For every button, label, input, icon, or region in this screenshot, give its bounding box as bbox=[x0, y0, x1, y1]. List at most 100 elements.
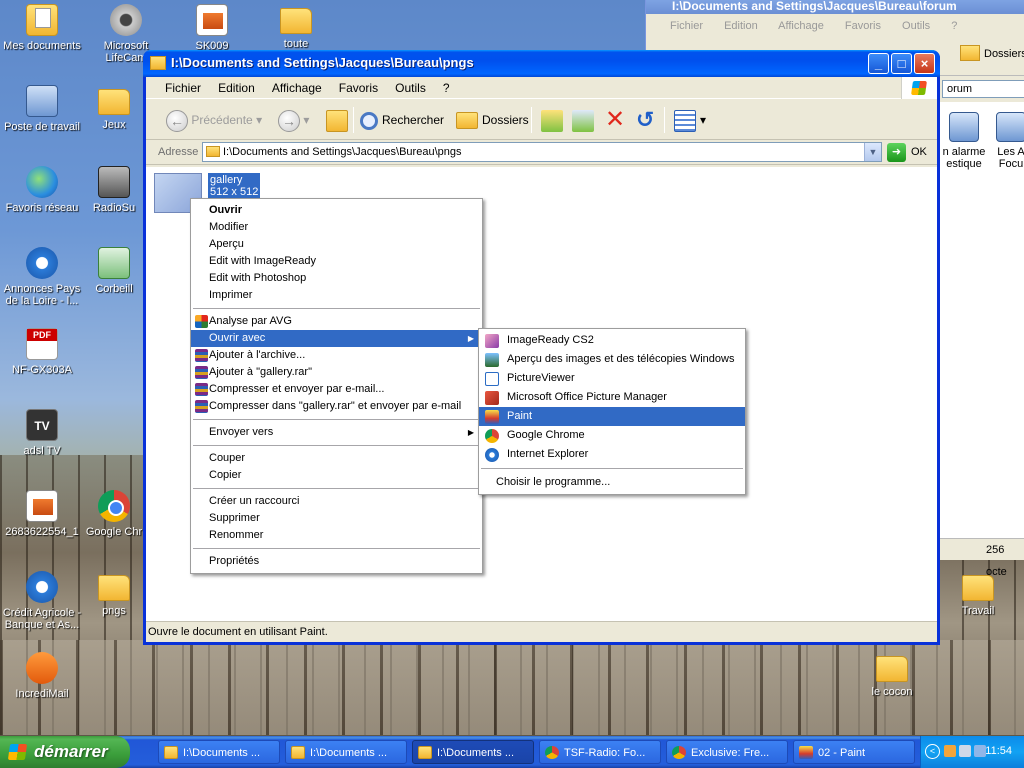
address-input[interactable]: orum bbox=[942, 80, 1024, 98]
title-bar[interactable]: I:\Documents and Settings\Jacques\Bureau… bbox=[143, 50, 940, 77]
volume-icon[interactable] bbox=[974, 745, 986, 757]
close-button[interactable]: × bbox=[914, 53, 935, 74]
menu-favoris[interactable]: Favoris bbox=[332, 77, 385, 99]
desktop-icon-poste-de-travail[interactable]: Poste de travail bbox=[0, 85, 84, 133]
ie-icon bbox=[26, 247, 58, 279]
submenu-item-apercu-images[interactable]: Aperçu des images et des télécopies Wind… bbox=[479, 350, 745, 369]
taskbar-button-explorer-3[interactable]: I:\Documents ... bbox=[412, 740, 534, 764]
views-button[interactable]: ▾ bbox=[674, 108, 706, 132]
back-button[interactable]: ← Précédente ▾ bbox=[166, 108, 262, 132]
desktop-icon-jeux[interactable]: Jeux bbox=[84, 85, 144, 131]
menu-fichier[interactable]: Fichier bbox=[670, 20, 703, 32]
desktop-icon-google-chrome[interactable]: Google Chr bbox=[84, 490, 144, 538]
menu-item-avg[interactable]: Analyse par AVG bbox=[191, 313, 482, 330]
desktop-icon-adsl-tv[interactable]: TV adsl TV bbox=[0, 409, 84, 457]
menu-help[interactable]: ? bbox=[436, 77, 457, 99]
submenu-item-pictureviewer[interactable]: PictureViewer bbox=[479, 369, 745, 388]
menu-edition[interactable]: Edition bbox=[724, 20, 758, 32]
desktop-icon-annonces[interactable]: Annonces Pays de la Loire - l... bbox=[0, 247, 84, 307]
taskbar-button-exclusive[interactable]: Exclusive: Fre... bbox=[666, 740, 788, 764]
tray-expand-icon[interactable]: < bbox=[925, 744, 940, 759]
desktop-icon-2683622554[interactable]: 2683622554_1 bbox=[0, 490, 84, 538]
menu-item-copier[interactable]: Copier bbox=[191, 467, 482, 484]
submenu-item-paint[interactable]: Paint bbox=[479, 407, 745, 426]
menu-separator bbox=[193, 488, 480, 489]
menu-item-proprietes[interactable]: Propriétés bbox=[191, 553, 482, 570]
menu-bar: Fichier Edition Affichage Favoris Outils… bbox=[146, 77, 937, 99]
menu-outils[interactable]: Outils bbox=[388, 77, 433, 99]
maximize-button[interactable]: □ bbox=[891, 53, 912, 74]
move-to-button[interactable] bbox=[541, 108, 567, 132]
menu-item-apercu[interactable]: Aperçu bbox=[191, 236, 482, 253]
menu-item-creer-raccourci[interactable]: Créer un raccourci bbox=[191, 493, 482, 510]
forward-button[interactable]: → ▾ bbox=[278, 108, 309, 132]
minimize-button[interactable]: _ bbox=[868, 53, 889, 74]
document-icon bbox=[196, 4, 228, 36]
menu-outils[interactable]: Outils bbox=[902, 20, 930, 32]
submenu-item-imageready[interactable]: ImageReady CS2 bbox=[479, 331, 745, 350]
open-with-submenu: ImageReady CS2 Aperçu des images et des … bbox=[478, 328, 746, 495]
taskbar-button-tsf-radio[interactable]: TSF-Radio: Fo... bbox=[539, 740, 661, 764]
menu-item-envoyer-vers[interactable]: Envoyer vers ▶ bbox=[191, 424, 482, 441]
undo-button[interactable]: ↺ bbox=[636, 108, 654, 132]
taskbar-button-explorer-1[interactable]: I:\Documents ... bbox=[158, 740, 280, 764]
desktop-icon-pngs[interactable]: pngs bbox=[84, 571, 144, 617]
menu-item-supprimer[interactable]: Supprimer bbox=[191, 510, 482, 527]
folders-button[interactable]: Dossiers bbox=[456, 108, 529, 132]
up-folder-button[interactable] bbox=[326, 108, 352, 132]
window-title[interactable]: I:\Documents and Settings\Jacques\Bureau… bbox=[646, 0, 1024, 14]
context-menu: Ouvrir Modifier Aperçu Edit with ImageRe… bbox=[190, 198, 483, 574]
ie-icon bbox=[485, 448, 499, 462]
copy-to-button[interactable] bbox=[572, 108, 598, 132]
file-item[interactable]: Les A Focu bbox=[986, 112, 1024, 170]
menu-affichage[interactable]: Affichage bbox=[778, 20, 824, 32]
desktop-icon-favoris-reseau[interactable]: Favoris réseau bbox=[0, 166, 84, 214]
start-button[interactable]: démarrer bbox=[0, 736, 130, 768]
address-dropdown-button[interactable]: ▼ bbox=[864, 143, 881, 161]
desktop-icon-toute[interactable]: toute bbox=[254, 4, 338, 50]
clock[interactable]: 11:54 bbox=[985, 745, 1012, 757]
desktop-icon-corbeille[interactable]: Corbeill bbox=[84, 247, 144, 295]
menu-item-renommer[interactable]: Renommer bbox=[191, 527, 482, 544]
folder-icon bbox=[98, 575, 130, 601]
desktop-icon-nf-gx303a[interactable]: NF-GX303A bbox=[0, 328, 84, 376]
network-icon[interactable] bbox=[959, 745, 971, 757]
submenu-item-google-chrome[interactable]: Google Chrome bbox=[479, 426, 745, 445]
menu-item-modifier[interactable]: Modifier bbox=[191, 219, 482, 236]
menu-item-ajouter-archive[interactable]: Ajouter à l'archive... bbox=[191, 347, 482, 364]
menu-separator bbox=[193, 419, 480, 420]
search-button[interactable]: Rechercher bbox=[360, 108, 444, 132]
menu-fichier[interactable]: Fichier bbox=[158, 77, 208, 99]
menu-affichage[interactable]: Affichage bbox=[265, 77, 329, 99]
go-button[interactable]: ➜ OK bbox=[887, 143, 927, 162]
desktop-icon-radiosu[interactable]: RadioSu bbox=[84, 166, 144, 214]
menu-item-edit-photoshop[interactable]: Edit with Photoshop bbox=[191, 270, 482, 287]
desktop-icon-mes-documents[interactable]: Mes documents bbox=[0, 4, 84, 52]
submenu-item-choisir-programme[interactable]: Choisir le programme... bbox=[479, 473, 745, 492]
menu-item-ajouter-gallery-rar[interactable]: Ajouter à "gallery.rar" bbox=[191, 364, 482, 381]
menu-item-compresser-gallery-rar[interactable]: Compresser dans "gallery.rar" et envoyer… bbox=[191, 398, 482, 415]
taskbar-button-explorer-2[interactable]: I:\Documents ... bbox=[285, 740, 407, 764]
menu-item-imprimer[interactable]: Imprimer bbox=[191, 287, 482, 304]
folders-button[interactable]: Dossiers bbox=[956, 45, 1024, 61]
file-icon bbox=[949, 112, 979, 142]
desktop-icon-le-cocon[interactable]: le cocon bbox=[850, 652, 934, 698]
menu-item-couper[interactable]: Couper bbox=[191, 450, 482, 467]
desktop-icon-sk009[interactable]: SK009 bbox=[170, 4, 254, 52]
menu-edition[interactable]: Edition bbox=[211, 77, 262, 99]
menu-item-edit-imageready[interactable]: Edit with ImageReady bbox=[191, 253, 482, 270]
menu-item-ouvrir[interactable]: Ouvrir bbox=[191, 202, 482, 219]
desktop-icon-credit-agricole[interactable]: Crédit Agricole - Banque et As... bbox=[0, 571, 84, 631]
submenu-item-picture-manager[interactable]: Microsoft Office Picture Manager bbox=[479, 388, 745, 407]
menu-help[interactable]: ? bbox=[951, 20, 957, 32]
taskbar-button-paint[interactable]: 02 - Paint bbox=[793, 740, 915, 764]
menu-item-compresser-envoyer[interactable]: Compresser et envoyer par e-mail... bbox=[191, 381, 482, 398]
delete-button[interactable]: ✕ bbox=[605, 108, 625, 132]
folder-icon bbox=[418, 746, 432, 759]
menu-favoris[interactable]: Favoris bbox=[845, 20, 881, 32]
menu-item-ouvrir-avec[interactable]: Ouvrir avec ▶ bbox=[191, 330, 482, 347]
submenu-item-internet-explorer[interactable]: Internet Explorer bbox=[479, 445, 745, 464]
tray-app-icon[interactable] bbox=[944, 745, 956, 757]
desktop-icon-incredimail[interactable]: IncrediMail bbox=[0, 652, 84, 700]
address-input[interactable]: I:\Documents and Settings\Jacques\Bureau… bbox=[202, 142, 882, 162]
